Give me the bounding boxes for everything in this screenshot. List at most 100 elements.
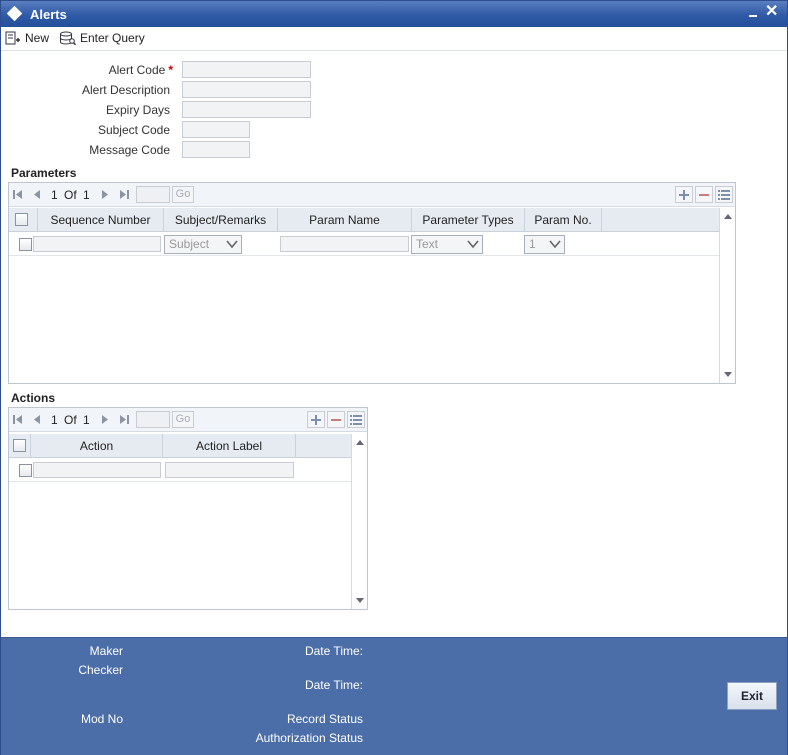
record-status-label: Record Status [286,712,363,726]
minus-icon [699,193,709,196]
param-no-value: 1 [529,237,536,251]
scroll-down-icon[interactable] [356,598,364,603]
actions-page-input[interactable] [136,411,170,428]
row-select-checkbox[interactable] [19,238,32,251]
expiry-days-label: Expiry Days [105,103,170,117]
parameters-add-row-button[interactable] [675,186,693,203]
actions-add-row-button[interactable] [307,411,325,428]
table-row [9,458,351,482]
parameters-section-title: Parameters [11,166,77,180]
sequence-number-input[interactable] [33,236,161,252]
parameter-type-select[interactable]: Text [411,235,483,254]
mod-no-label: Mod No [80,712,123,726]
parameters-select-all-cell [9,208,38,232]
first-page-icon[interactable] [13,414,23,425]
row-select-checkbox[interactable] [19,464,32,477]
actions-single-view-button[interactable] [347,411,365,428]
next-page-icon[interactable] [100,414,110,425]
parameters-scrollbar[interactable] [719,208,735,383]
maker-date-time-label: Date Time: [304,644,363,658]
plus-icon [311,414,321,425]
parameter-type-value: Text [416,237,439,251]
actions-total-pages: 1 [83,413,90,427]
minimize-icon[interactable] [747,7,761,21]
toolbar: New Enter Query [1,27,787,51]
actions-delete-row-button[interactable] [327,411,345,428]
title-bar: Alerts ✕ [1,1,787,27]
next-page-icon[interactable] [100,189,110,200]
subject-remarks-value: Subject [169,237,210,251]
previous-page-icon[interactable] [32,189,42,200]
column-header-param-no[interactable]: Param No. [525,208,602,232]
alerts-window: Alerts ✕ New Enter Query Alert Code * Al… [0,0,788,755]
alert-description-label: Alert Description [81,83,170,97]
column-header-param-name[interactable]: Param Name [278,208,412,232]
close-icon[interactable]: ✕ [765,3,778,21]
new-button-label: New [25,31,50,45]
checker-date-time-label: Date Time: [304,678,363,692]
subject-code-field[interactable] [182,121,250,138]
column-header-action-label[interactable]: Action Label [163,434,296,458]
actions-grid: 1 Of 1 Go Action Action Label [8,407,368,610]
window-diamond-icon [6,5,23,22]
window-title: Alerts [30,7,67,22]
scroll-up-icon[interactable] [356,440,364,445]
last-page-icon[interactable] [119,414,129,425]
column-header-subject-remarks[interactable]: Subject/Remarks [164,208,278,232]
previous-page-icon[interactable] [32,414,42,425]
expiry-days-field[interactable] [182,101,311,118]
enter-query-button-label: Enter Query [80,31,145,45]
alert-description-field[interactable] [182,81,311,98]
message-code-label: Message Code [89,143,170,157]
database-query-icon [60,31,76,45]
parameters-go-button[interactable]: Go [172,186,194,203]
first-page-icon[interactable] [13,189,23,200]
alert-code-label: Alert Code * [13,63,173,77]
column-header-sequence-number[interactable]: Sequence Number [38,208,164,232]
enter-query-button[interactable]: Enter Query [59,29,145,47]
chevron-down-icon [467,240,479,249]
action-label-input[interactable] [165,462,294,478]
param-no-select[interactable]: 1 [524,235,565,254]
new-document-icon [5,31,20,45]
actions-table-header: Action Action Label [9,434,351,458]
param-name-input[interactable] [280,236,409,252]
parameters-select-all-checkbox[interactable] [15,213,28,226]
chevron-down-icon [226,240,238,249]
scroll-up-icon[interactable] [724,214,732,219]
parameters-pager: 1 Of 1 Go [9,183,735,207]
checker-label: Checker [78,663,123,677]
subject-code-label: Subject Code [97,123,170,137]
message-code-field[interactable] [182,141,250,158]
parameters-delete-row-button[interactable] [695,186,713,203]
column-header-action[interactable]: Action [31,434,163,458]
column-header-parameter-types[interactable]: Parameter Types [412,208,525,232]
table-row: Subject Text 1 [9,232,719,256]
maker-label: Maker [89,644,123,658]
scroll-down-icon[interactable] [724,372,732,377]
parameters-current-page: 1 [51,188,58,202]
actions-pager: 1 Of 1 Go [9,408,367,432]
minus-icon [331,418,341,421]
subject-remarks-select[interactable]: Subject [164,235,242,254]
new-button[interactable]: New [5,29,49,47]
actions-select-all-checkbox[interactable] [13,439,26,452]
exit-button[interactable]: Exit [727,682,777,710]
actions-current-page: 1 [51,413,58,427]
authorization-status-label: Authorization Status [255,731,363,745]
parameters-page-input[interactable] [136,186,170,203]
last-page-icon[interactable] [119,189,129,200]
list-view-icon [350,414,362,425]
alert-code-label-text: Alert Code [108,63,166,77]
chevron-down-icon [549,240,561,249]
action-input[interactable] [33,462,161,478]
actions-go-button[interactable]: Go [172,411,194,428]
alert-code-field[interactable] [182,61,311,78]
list-view-icon [718,189,730,200]
actions-scrollbar[interactable] [351,434,367,609]
actions-select-all-cell [9,434,31,458]
parameters-single-view-button[interactable] [715,186,733,203]
parameters-table-header: Sequence Number Subject/Remarks Param Na… [9,208,719,232]
actions-section-title: Actions [11,391,56,405]
parameters-total-pages: 1 [83,188,90,202]
